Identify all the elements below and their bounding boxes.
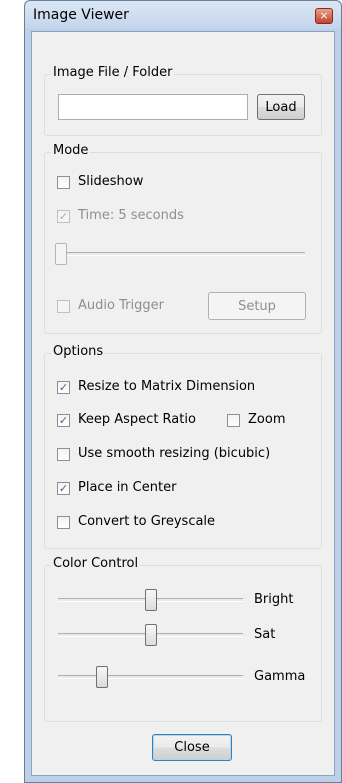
mode-group: Mode Slideshow ✓ Time: 5 seconds Audio T… (44, 143, 322, 334)
gamma-slider-thumb[interactable] (96, 666, 108, 688)
close-button[interactable]: Close (152, 734, 232, 761)
audio-trigger-label: Audio Trigger (78, 298, 164, 313)
bright-label: Bright (254, 592, 294, 607)
image-path-input[interactable] (58, 94, 248, 120)
image-file-group-label: Image File / Folder (51, 65, 175, 80)
time-slider[interactable] (55, 242, 305, 266)
resize-matrix-check-box[interactable]: ✓ (57, 381, 70, 394)
gamma-slider[interactable] (58, 665, 243, 689)
place-center-check-box[interactable]: ✓ (57, 482, 70, 495)
keep-aspect-label: Keep Aspect Ratio (78, 412, 196, 427)
options-group: Options ✓ Resize to Matrix Dimension ✓ K… (44, 344, 322, 549)
window-title: Image Viewer (33, 7, 129, 23)
sat-slider-thumb[interactable] (145, 624, 157, 646)
dialog-body: Image File / Folder Load Mode Slideshow … (31, 31, 335, 776)
gamma-label: Gamma (254, 669, 306, 684)
place-center-label: Place in Center (78, 480, 177, 495)
sat-label: Sat (254, 627, 276, 642)
sat-slider[interactable] (58, 623, 243, 647)
bright-slider-thumb[interactable] (145, 589, 157, 611)
color-control-group: Color Control Bright Sat Gamma (44, 556, 322, 722)
zoom-label: Zoom (248, 412, 286, 427)
smooth-resize-check-box[interactable] (57, 448, 70, 461)
greyscale-label: Convert to Greyscale (78, 514, 216, 529)
setup-button[interactable]: Setup (208, 292, 306, 320)
time-label: Time: 5 seconds (78, 208, 184, 223)
resize-matrix-label: Resize to Matrix Dimension (78, 379, 256, 394)
time-check-box[interactable]: ✓ (57, 210, 70, 223)
color-control-group-label: Color Control (51, 556, 141, 571)
gamma-slider-track (58, 675, 243, 679)
audio-trigger-check-box[interactable] (57, 300, 70, 313)
time-slider-thumb[interactable] (55, 243, 67, 265)
title-bar[interactable]: Image Viewer × (25, 1, 341, 29)
options-group-label: Options (51, 344, 106, 359)
slideshow-check-box[interactable] (57, 176, 70, 189)
load-button[interactable]: Load (257, 94, 305, 120)
image-viewer-window: Image Viewer × Image File / Folder Load … (24, 0, 342, 783)
zoom-check-box[interactable] (227, 414, 240, 427)
keep-aspect-check-box[interactable]: ✓ (57, 414, 70, 427)
slideshow-label: Slideshow (78, 174, 144, 189)
close-icon[interactable]: × (315, 8, 333, 24)
greyscale-check-box[interactable] (57, 516, 70, 529)
image-file-group: Image File / Folder Load (44, 65, 322, 136)
mode-group-label: Mode (51, 143, 91, 158)
smooth-resize-label: Use smooth resizing (bicubic) (78, 446, 271, 461)
bright-slider[interactable] (58, 588, 243, 612)
time-slider-track (55, 252, 305, 256)
